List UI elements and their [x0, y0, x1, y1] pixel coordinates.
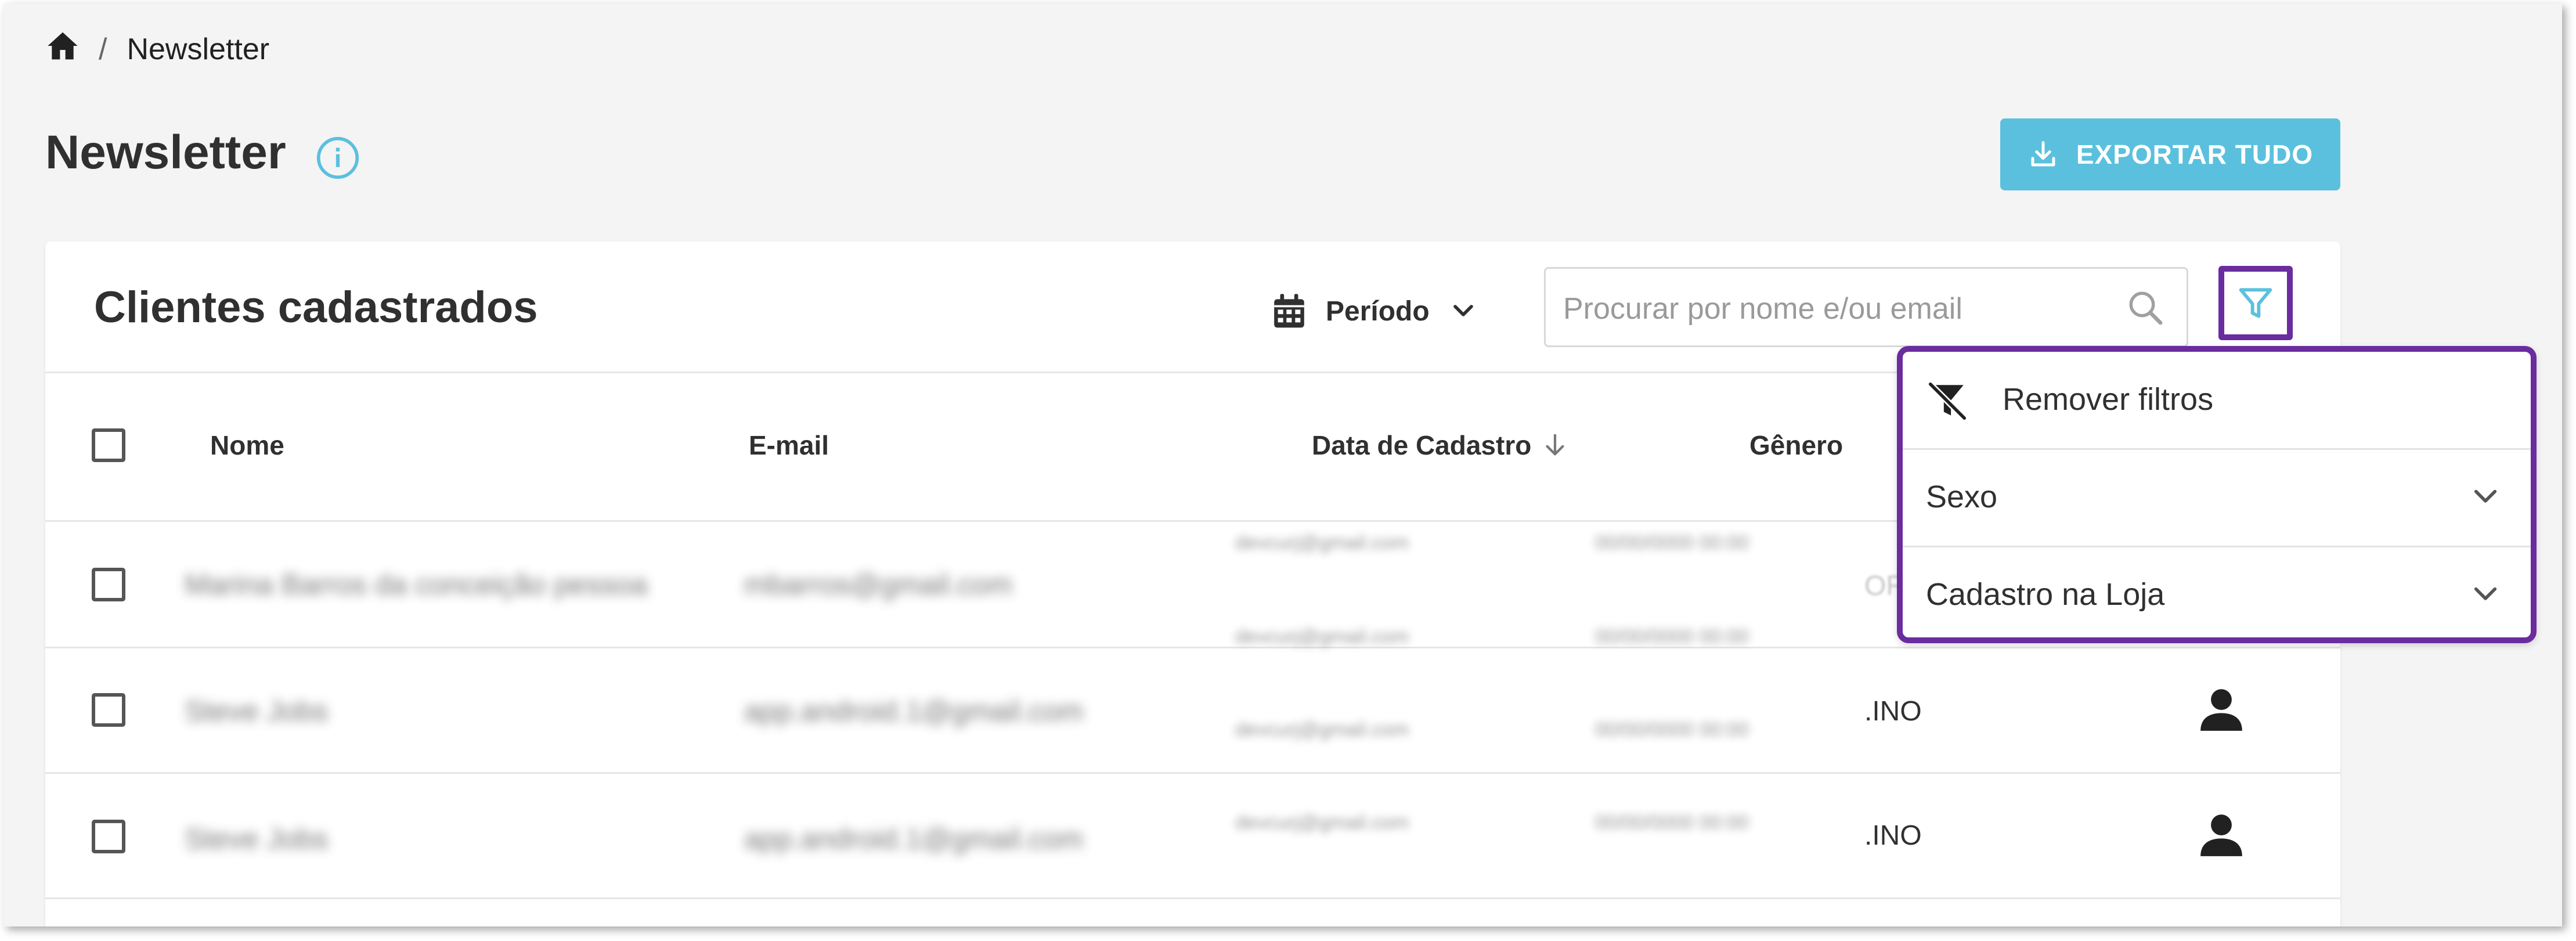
column-header-email[interactable]: E-mail — [749, 430, 829, 461]
overlay-email: devcurj@gmail.com — [1235, 719, 1409, 741]
column-header-date[interactable]: Data de Cadastro — [1312, 430, 1531, 461]
calendar-icon — [1274, 294, 1304, 328]
person-icon[interactable] — [2196, 685, 2246, 735]
breadcrumb: / Newsletter — [46, 29, 269, 70]
breadcrumb-current: Newsletter — [127, 33, 270, 66]
row-email: app.android.1@gmail.com — [744, 695, 1084, 727]
row-name: Marina Barros da conceição pessoa — [185, 568, 648, 601]
select-all-checkbox[interactable] — [92, 428, 125, 462]
overlay-date: 00/00/0000 00:00 — [1595, 719, 1749, 741]
period-dropdown[interactable]: Período — [1272, 282, 1477, 340]
column-header-gender[interactable]: Gênero — [1749, 430, 1843, 461]
search-input[interactable] — [1562, 286, 2116, 331]
overlay-date: 00/00/0000 00:00 — [1595, 812, 1749, 834]
person-icon[interactable] — [2196, 810, 2246, 860]
row-email: app.android.1@gmail.com — [744, 823, 1084, 855]
table-row[interactable]: Steve Jobs app.android.1@gmail.com .INO — [45, 648, 2340, 773]
remove-filters-label: Remover filtros — [2003, 382, 2214, 417]
filter-off-icon — [1927, 381, 1968, 421]
download-icon — [2031, 141, 2055, 167]
filter-menu: Remover filtros Sexo Cadastro na Loja — [1897, 346, 2537, 643]
card-title: Clientes cadastrados — [94, 283, 538, 332]
row-gender: .INO — [1864, 820, 1922, 851]
search-icon[interactable] — [2126, 289, 2164, 327]
arrow-down-icon[interactable] — [1542, 432, 1568, 459]
overlay-email: devcurj@gmail.com — [1235, 532, 1409, 554]
chevron-down-icon — [2474, 587, 2497, 600]
table-row[interactable]: Steve Jobs app.android.1@gmail.com .INO — [45, 773, 2340, 899]
row-gender: .INO — [1864, 696, 1922, 727]
info-icon[interactable] — [316, 136, 360, 180]
export-all-label: EXPORTAR TUDO — [2076, 139, 2314, 170]
row-name: Steve Jobs — [185, 823, 329, 855]
column-header-name[interactable]: Nome — [210, 430, 284, 461]
chevron-down-icon — [1453, 305, 1473, 316]
overlay-date: 00/00/0000 00:00 — [1595, 626, 1749, 648]
row-checkbox[interactable] — [92, 693, 125, 727]
search-box — [1544, 267, 2188, 347]
overlay-email: devcurj@gmail.com — [1235, 812, 1409, 834]
row-name: Steve Jobs — [185, 695, 329, 727]
home-icon[interactable] — [46, 31, 79, 68]
sex-filter-label: Sexo — [1926, 479, 1998, 514]
overlay-date: 00/00/0000 00:00 — [1595, 532, 1749, 554]
filter-button[interactable] — [2218, 266, 2293, 340]
chevron-down-icon — [2474, 489, 2497, 503]
row-checkbox[interactable] — [92, 820, 125, 853]
row-email: mbarros@gmail.com — [744, 568, 1012, 601]
row-checkbox[interactable] — [92, 568, 125, 601]
filter-icon — [2239, 288, 2272, 318]
remove-filters-item[interactable]: Remover filtros — [1903, 352, 2531, 447]
store-registration-filter-item[interactable]: Cadastro na Loja — [1903, 547, 2531, 642]
app-frame: / Newsletter Newsletter EXPORTAR TUDO Cl… — [3, 3, 2562, 926]
sex-filter-item[interactable]: Sexo — [1903, 449, 2531, 545]
row-divider — [45, 897, 2340, 899]
export-all-button[interactable]: EXPORTAR TUDO — [2000, 118, 2340, 190]
page-title: Newsletter — [45, 126, 286, 179]
overlay-email: devcurj@gmail.com — [1235, 626, 1409, 648]
store-registration-label: Cadastro na Loja — [1926, 577, 2165, 612]
breadcrumb-separator: / — [99, 33, 107, 66]
period-label: Período — [1326, 295, 1430, 327]
